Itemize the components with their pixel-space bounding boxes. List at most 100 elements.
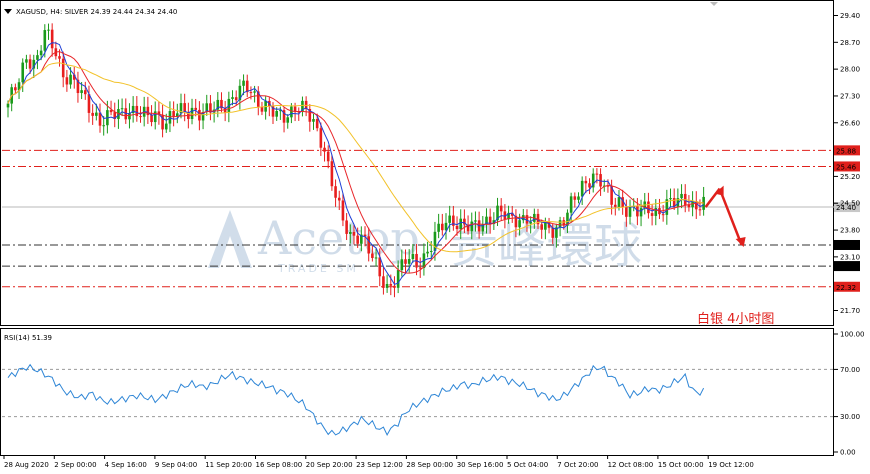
candle <box>444 213 448 240</box>
candle-body <box>669 198 672 200</box>
candle-body <box>595 173 599 175</box>
candle <box>334 179 337 207</box>
candle-body <box>6 103 10 108</box>
candle-body <box>650 213 654 216</box>
candle-body <box>426 251 429 254</box>
candle-body <box>382 276 385 288</box>
price-tick-label: 26.60 <box>840 119 860 127</box>
candle <box>146 96 150 124</box>
time-tick-label: 5 Oct 04:00 <box>507 461 548 469</box>
price-tick-label: 28.70 <box>840 39 860 47</box>
candle-body <box>28 59 32 69</box>
candle-body <box>334 186 337 198</box>
candle-body <box>253 91 256 93</box>
candle-body <box>95 112 98 116</box>
candle-body <box>14 87 17 91</box>
candle-body <box>455 225 459 230</box>
candle <box>194 98 198 117</box>
candle-body <box>312 119 315 122</box>
candle <box>260 101 264 116</box>
candle-body <box>36 55 39 60</box>
price-pane-frame <box>0 0 834 326</box>
candle <box>613 197 617 216</box>
candle-body <box>518 220 521 228</box>
candle-body <box>348 232 352 234</box>
rsi-axis: 100.00 70.00 30.00 0.00 <box>834 331 865 457</box>
candle <box>220 92 223 113</box>
candle-body <box>411 253 415 259</box>
time-tick-label: 28 Aug 2020 <box>4 461 49 469</box>
candle-body <box>315 119 319 129</box>
time-tick-label: 23 Sep 12:00 <box>356 461 403 469</box>
candle <box>183 93 186 122</box>
candle <box>135 96 139 122</box>
candle-body <box>544 222 547 230</box>
menu-down-icon[interactable] <box>4 9 12 14</box>
candle-body <box>286 117 290 123</box>
time-tick-label: 20 Sep 20:00 <box>306 461 353 469</box>
candle-body <box>242 80 245 86</box>
candle <box>304 96 308 117</box>
candle <box>83 81 87 100</box>
candle-body <box>91 112 94 116</box>
candle-body <box>389 284 393 286</box>
time-tick-label: 11 Sep 20:00 <box>205 461 252 469</box>
candle-body <box>680 193 683 199</box>
candle-body <box>47 29 50 31</box>
candle-body <box>584 180 588 184</box>
price-tick-label: 29.40 <box>840 12 860 20</box>
candle <box>385 274 389 293</box>
candle-body <box>183 103 186 112</box>
rsi-tick-label: 30.00 <box>840 413 860 421</box>
candle <box>50 23 54 57</box>
candle <box>323 141 326 162</box>
candle-body <box>231 97 234 99</box>
candle-body <box>50 29 54 49</box>
candle-body <box>58 56 61 59</box>
symbol-header: XAGUSD, H4: SILVER 24.39 24.44 24.34 24.… <box>16 8 177 16</box>
candle <box>393 276 396 298</box>
candle-body <box>569 196 573 213</box>
candle <box>591 168 595 193</box>
candle-body <box>341 200 345 221</box>
time-tick-label: 19 Oct 12:00 <box>708 461 754 469</box>
candle-body <box>613 204 617 207</box>
candle-body <box>25 59 28 63</box>
candle-body <box>698 209 702 211</box>
collapse-icon[interactable] <box>710 2 718 6</box>
level-tag-label: 22.32 <box>836 284 856 292</box>
watermark-latin: Acetop <box>257 211 420 265</box>
candle-body <box>326 151 330 162</box>
candle <box>91 104 94 125</box>
candle-body <box>150 115 153 123</box>
candle <box>687 195 691 212</box>
candle <box>665 189 669 225</box>
candle <box>54 41 58 60</box>
candle-body <box>374 257 378 259</box>
candle-body <box>260 106 264 112</box>
candle <box>643 192 647 215</box>
time-tick-label: 7 Oct 20:00 <box>557 461 598 469</box>
chart-annotation: 白银 4小时图 <box>697 311 774 327</box>
candle-body <box>21 62 25 83</box>
time-tick-label: 9 Sep 04:00 <box>155 461 197 469</box>
candle <box>382 267 385 295</box>
rsi-indicator <box>2 363 834 436</box>
candle-body <box>400 259 404 271</box>
candle <box>113 102 117 128</box>
candle-body <box>639 208 643 217</box>
candle-body <box>39 50 43 56</box>
candle-body <box>190 107 194 119</box>
rsi-tick-label: 0.00 <box>840 449 856 457</box>
candle <box>610 179 613 215</box>
candle-body <box>83 90 87 95</box>
candle-body <box>164 123 168 130</box>
price-tick-label: 21.70 <box>840 307 860 315</box>
candle-body <box>43 30 47 51</box>
candle-body <box>459 218 463 230</box>
xagusd-h4-chart: Acetop 贵峰環球 TRADE SM 25.8825.4624.4023.4… <box>0 0 865 469</box>
candle <box>683 184 687 213</box>
candle <box>223 100 227 122</box>
candle <box>588 178 591 195</box>
candle <box>702 186 705 216</box>
